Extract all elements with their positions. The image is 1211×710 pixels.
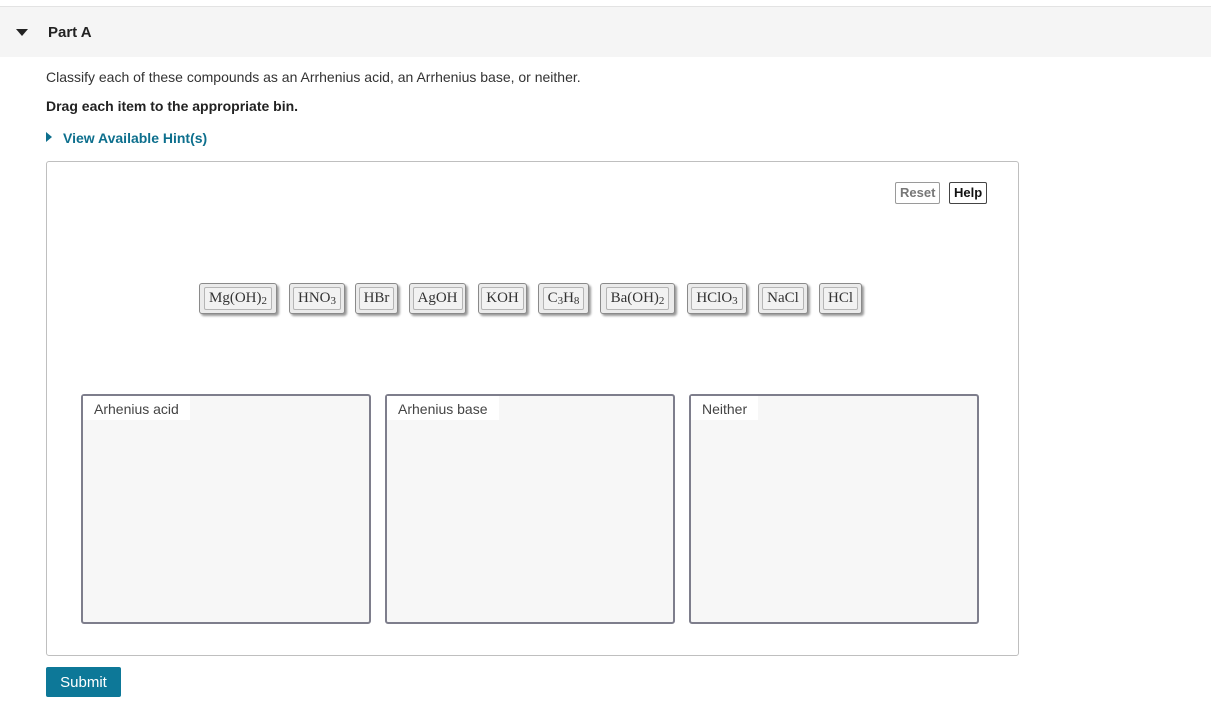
formula-text: HCl (827, 290, 853, 306)
compound-formula: Ba(OH)2 (605, 287, 670, 310)
compound-formula: C3H8 (542, 287, 585, 310)
bin-label: Neither (691, 396, 759, 420)
compound-tile[interactable]: HClO3 (687, 283, 747, 314)
formula-subscript: 2 (658, 295, 665, 307)
formula-text: KOH (486, 290, 519, 306)
bin-arrhenius-base[interactable]: Arhenius base (385, 394, 675, 624)
compound-tile[interactable]: AgOH (409, 283, 466, 314)
compound-tile[interactable]: NaCl (758, 283, 808, 314)
formula-text: Ba(OH) (610, 290, 659, 306)
formula-text: AgOH (417, 290, 458, 306)
formula-subscript: 2 (261, 295, 268, 307)
formula-text: H (563, 290, 574, 306)
formula-text: HNO (298, 290, 331, 306)
formula-subscript: 3 (330, 295, 337, 307)
formula-text: HClO (696, 290, 733, 306)
compound-formula: Mg(OH)2 (204, 287, 272, 310)
compound-tile[interactable]: HNO3 (289, 283, 345, 314)
expand-caret-icon (46, 132, 52, 142)
compound-tile[interactable]: Ba(OH)2 (600, 283, 675, 314)
compound-tile[interactable]: KOH (478, 283, 527, 314)
compound-tile[interactable]: C3H8 (538, 283, 589, 314)
formula-text: C (547, 290, 558, 306)
submit-button[interactable]: Submit (46, 667, 121, 697)
bin-label: Arhenius base (387, 396, 499, 420)
formula-text: HBr (363, 290, 390, 306)
compound-formula: NaCl (762, 287, 804, 310)
question-instructions: Classify each of these compounds as an A… (46, 69, 581, 85)
help-button[interactable]: Help (949, 182, 988, 204)
compound-formula: AgOH (412, 287, 463, 310)
compound-formula: KOH (481, 287, 524, 310)
compound-tile[interactable]: HCl (819, 283, 862, 314)
view-hints-link[interactable]: View Available Hint(s) (46, 130, 207, 146)
compound-tile[interactable]: Mg(OH)2 (199, 283, 277, 314)
collapse-caret-icon[interactable] (16, 29, 28, 36)
reset-button[interactable]: Reset (895, 182, 941, 204)
drag-drop-workspace: Reset Help Mg(OH)2 HNO3 HBr AgOH KOH C3H… (46, 161, 1019, 656)
bin-arrhenius-acid[interactable]: Arhenius acid (81, 394, 371, 624)
formula-subscript: 8 (573, 295, 580, 307)
compound-formula: HNO3 (293, 287, 341, 310)
compound-tile[interactable]: HBr (355, 283, 398, 314)
formula-subscript: 3 (732, 295, 738, 307)
part-title: Part A (48, 24, 92, 41)
formula-text: NaCl (767, 290, 799, 306)
view-hints-label: View Available Hint(s) (63, 130, 208, 146)
formula-text: Mg(OH) (209, 290, 262, 306)
drag-instruction: Drag each item to the appropriate bin. (46, 98, 299, 114)
bin-label: Arhenius acid (83, 396, 190, 420)
compound-formula: HCl (822, 287, 858, 310)
compound-formula: HBr (358, 287, 395, 310)
bin-neither[interactable]: Neither (689, 394, 979, 624)
part-header[interactable]: Part A (0, 7, 1211, 57)
compound-formula: HClO3 (691, 287, 743, 310)
